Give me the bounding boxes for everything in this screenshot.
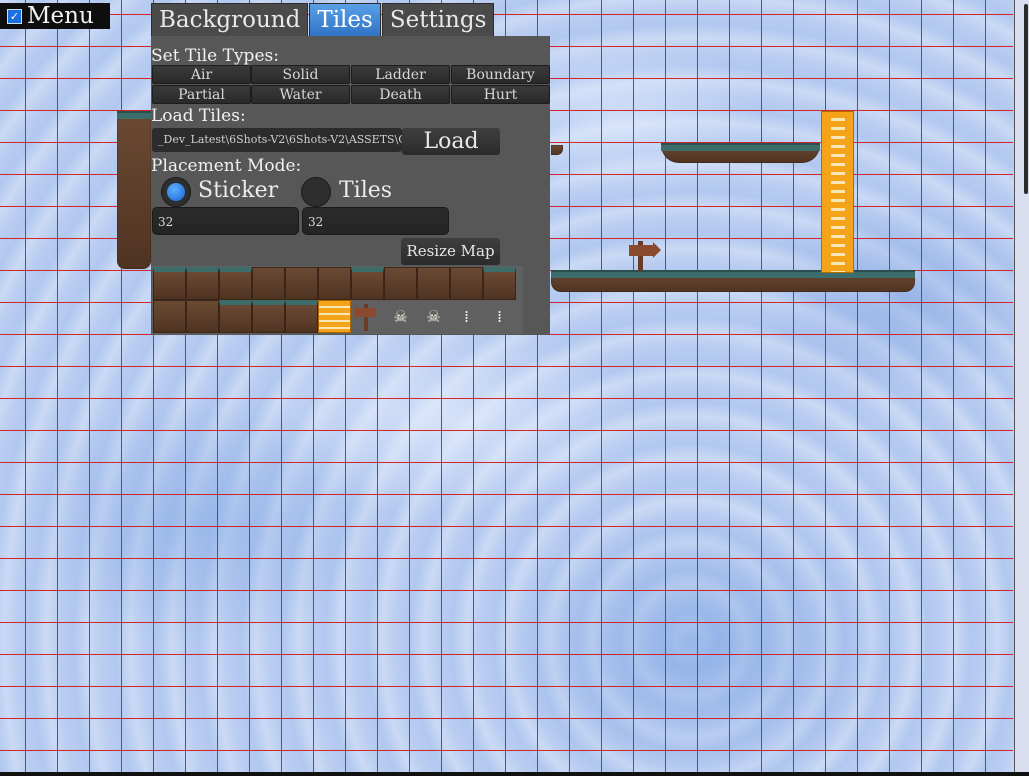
menu-toggle[interactable]: ✓ Menu [0,3,110,29]
palette-tile-dirt[interactable] [153,300,186,333]
grass-edge [551,270,915,278]
checkbox-icon[interactable]: ✓ [7,8,22,24]
palette-tile-dirt-grass[interactable] [186,267,219,300]
tile-type-partial-button[interactable]: Partial [152,85,251,104]
ladder-tile [821,111,854,273]
tile-type-solid-button[interactable]: Solid [251,65,350,84]
palette-tile-dirt-grass[interactable] [483,267,516,300]
tiles-radio-label: Tiles [339,178,393,203]
load-button[interactable]: Load [402,128,500,155]
palette-skull-icon[interactable]: ☠ [384,300,417,333]
map-height-input[interactable]: 32 [302,207,449,235]
palette-tile-dirt[interactable] [450,267,483,300]
tile-type-boundary-button[interactable]: Boundary [451,65,550,84]
palette-signpost-icon[interactable] [351,300,384,333]
sticker-radio-label: Sticker [198,178,279,203]
tiles-panel: Set Tile Types: Air Solid Ladder Boundar… [151,36,550,335]
palette-tile-dirt-grass[interactable] [153,267,186,300]
tab-settings[interactable]: Settings [381,3,495,37]
tile-type-ladder-button[interactable]: Ladder [351,65,450,84]
palette-skull-icon[interactable]: ☠ [417,300,450,333]
resize-map-button[interactable]: Resize Map [401,238,500,265]
tiles-radio[interactable] [301,177,331,207]
sticker-radio[interactable] [161,177,191,207]
palette-tile-dirt[interactable] [285,267,318,300]
palette-tile-dirt-grass[interactable] [252,300,285,333]
editor-tabs: Background Tiles Settings [151,3,495,37]
tile-types-heading: Set Tile Types: [151,46,279,66]
tile-type-air-button[interactable]: Air [152,65,251,84]
palette-tile-dirt[interactable] [186,300,219,333]
map-width-input[interactable]: 32 [152,207,299,235]
palette-tile-dirt[interactable] [417,267,450,300]
dirt-pillar [117,111,151,269]
tab-tiles[interactable]: Tiles [309,3,381,37]
tab-background[interactable]: Background [151,3,309,37]
scrollbar-thumb[interactable] [1024,4,1028,194]
tile-type-water-button[interactable]: Water [251,85,350,104]
signpost-sticker [628,239,661,271]
grass-edge [117,111,151,119]
tile-palette[interactable]: ☠ ☠ ⁞ ⁞ [152,266,523,334]
tile-type-death-button[interactable]: Death [351,85,450,104]
palette-tile-ladder[interactable] [318,300,351,333]
palette-tile-dirt[interactable] [384,267,417,300]
tileset-path-input[interactable]: _Dev_Latest\6Shots-V2\6Shots-V2\ASSETS\G [152,128,402,152]
palette-tile-dirt[interactable] [318,267,351,300]
window-border [0,772,1029,776]
grass-edge [661,143,820,151]
palette-tile-dirt-grass[interactable] [219,267,252,300]
menu-label: Menu [27,3,94,29]
tile-type-hurt-button[interactable]: Hurt [451,85,550,104]
load-tiles-heading: Load Tiles: [151,106,246,126]
palette-tile-dirt-grass[interactable] [351,267,384,300]
palette-tile-dirt[interactable] [252,267,285,300]
palette-tile-dirt-grass[interactable] [285,300,318,333]
placement-mode-heading: Placement Mode: [151,156,302,176]
palette-tile-dirt-grass[interactable] [219,300,252,333]
palette-bones-icon[interactable]: ⁞ [483,300,516,333]
palette-bones-icon[interactable]: ⁞ [450,300,483,333]
